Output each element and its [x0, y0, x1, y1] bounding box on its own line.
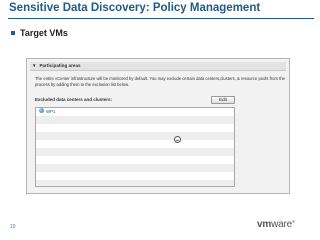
bullet-label: Target VMs [20, 28, 68, 38]
embedded-screenshot: ▼ Participating areas The entire vCenter … [26, 58, 290, 194]
page-number: 10 [10, 224, 16, 230]
list-item-label: WP1 [46, 109, 56, 114]
datacenter-icon [39, 108, 44, 114]
list-row-empty [36, 132, 234, 140]
bullet-square-icon [11, 30, 15, 35]
excluded-label: Excluded data centers and clusters: [35, 97, 113, 102]
edit-button[interactable]: Edit [211, 96, 235, 104]
logo-ware: ware [271, 219, 292, 230]
list-row-empty [36, 116, 234, 124]
list-row-empty [36, 148, 234, 156]
description-text: The entire vCenter infrastructure will b… [35, 76, 285, 87]
participating-areas-header[interactable]: ▼ Participating areas [30, 62, 286, 71]
section-header-label: Participating areas [39, 63, 81, 68]
list-row-empty [36, 124, 234, 132]
list-item[interactable]: WP1 [36, 108, 234, 116]
triangle-down-icon[interactable]: ▼ [32, 62, 36, 70]
slide-title: Sensitive Data Discovery: Policy Managem… [9, 2, 261, 14]
vmware-logo: vmware® [257, 219, 295, 230]
list-row-empty [36, 172, 234, 180]
title-divider [8, 18, 314, 19]
list-row-empty [36, 140, 234, 148]
list-row-empty [36, 156, 234, 164]
bullet-item: Target VMs [11, 28, 68, 38]
logo-vm: vm [257, 219, 272, 230]
busy-cursor-icon [174, 136, 181, 143]
logo-registered-mark: ® [291, 219, 295, 224]
list-row-empty [36, 180, 234, 186]
list-row-empty [36, 164, 234, 172]
excluded-list[interactable]: WP1 [35, 107, 235, 187]
